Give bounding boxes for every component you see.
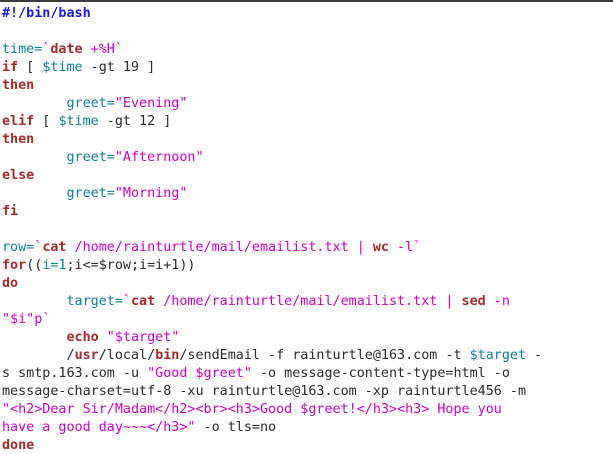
code-token: - [526,348,543,363]
code-token: -gt 12 ] [98,114,172,129]
code-line: target=`cat /home/rainturtle/mail/emaili… [2,293,510,311]
code-token: $target [469,348,527,363]
code-token: /home/rainturtle/mail/emailist.txt | [155,294,462,309]
code-token: message-charset=utf-8 -xu rainturtle@163… [2,384,527,399]
code-token: cat [131,294,156,309]
code-line: fi [2,203,18,221]
code-token: do [2,276,19,291]
code-token: target= [66,294,123,309]
code-line: s smtp.163.com -u "Good $greet" -o messa… [2,365,510,383]
code-token: "Good $greet" [147,366,252,381]
code-token: row= [2,240,35,255]
terminal-editor[interactable]: #!/bin/bash time=`date +%H` if [ $time -gt… [0,0,613,454]
code-line: have a good day~~~</h3>" -o tls=no [2,419,276,437]
code-line: time=`date +%H` [2,41,123,59]
window-top-border [0,0,613,2]
code-line: "$i"p` [2,311,50,329]
code-line: if [ $time -gt 19 ] [2,59,155,77]
code-line: else [2,167,34,185]
code-line: greet="Evening" [2,95,188,113]
code-token: s smtp.163.com -u [2,366,148,381]
code-token: ;i<=$row;i=i+1)) [66,258,196,273]
code-token: / [66,348,75,363]
code-token: fi [2,204,19,219]
code-token: /home/rainturtle/mail/emailist.txt | [66,240,373,255]
code-token: i=1 [42,258,67,273]
code-token: date [50,42,83,57]
code-token: "Morning" [114,186,188,201]
code-token: +%H [82,42,115,57]
code-line: /usr/local/bin/sendEmail -f rainturtle@1… [2,347,543,365]
code-token: ` [42,312,51,327]
code-line: for((i=1;i<=$row;i=i+1)) [2,257,196,275]
code-token: -gt 19 ] [82,60,156,75]
code-token: wc [372,240,389,255]
code-token: -l [388,240,414,255]
code-token: elif [2,114,35,129]
code-token: -o tls=no [195,420,277,435]
code-token: [ [34,114,59,129]
code-token: sed [461,294,486,309]
code-line: then [2,131,34,149]
code-line: greet="Morning" [2,185,188,203]
code-line: greet="Afternoon" [2,149,204,167]
code-token: bin [155,348,180,363]
code-line: #!/bin/bash [2,5,91,23]
code-token: [ [18,60,43,75]
code-token: $time [42,60,83,75]
code-line: done [2,437,34,454]
code-line: do [2,275,18,293]
code-token: then [2,78,35,93]
code-token: echo [66,330,99,345]
code-token: "$i"p [2,312,43,327]
code-token: "<h2>Dear Sir/Madam</h2><br><h3>Good $gr… [2,402,502,417]
code-token: for [2,258,27,273]
code-token: $time [58,114,99,129]
code-token: "$target" [98,330,180,345]
code-token: have a good day~~~</h3>" [2,420,196,435]
code-token: /local/ [98,348,156,363]
code-token: ` [413,240,422,255]
code-token: greet= [66,186,115,201]
code-line: then [2,77,34,95]
code-token: if [2,60,19,75]
code-token: else [2,168,35,183]
code-token: greet= [66,96,115,111]
code-token: time= [2,42,43,57]
code-line: echo "$target" [2,329,180,347]
code-token: ` [122,294,131,309]
code-line: elif [ $time -gt 12 ] [2,113,171,131]
code-token: ` [114,42,123,57]
code-token: -n [485,294,510,309]
code-token: cat [42,240,67,255]
code-token: done [2,438,35,453]
code-token: "Evening" [114,96,188,111]
code-token: "Afternoon" [114,150,204,165]
code-token: (( [26,258,43,273]
code-token: -o message-content-type=html -o [251,366,510,381]
code-token: /sendEmail -f rainturtle@163.com -t [179,348,470,363]
code-token: #!/bin/bash [2,6,91,21]
code-token: then [2,132,35,147]
code-line: message-charset=utf-8 -xu rainturtle@163… [2,383,526,401]
code-token: usr [74,348,99,363]
code-token: greet= [66,150,115,165]
code-line: row= ` cat /home/rainturtle/mail/emailist.… [2,239,421,257]
code-line: "<h2>Dear Sir/Madam</h2><br><h3>Good $gr… [2,401,502,419]
